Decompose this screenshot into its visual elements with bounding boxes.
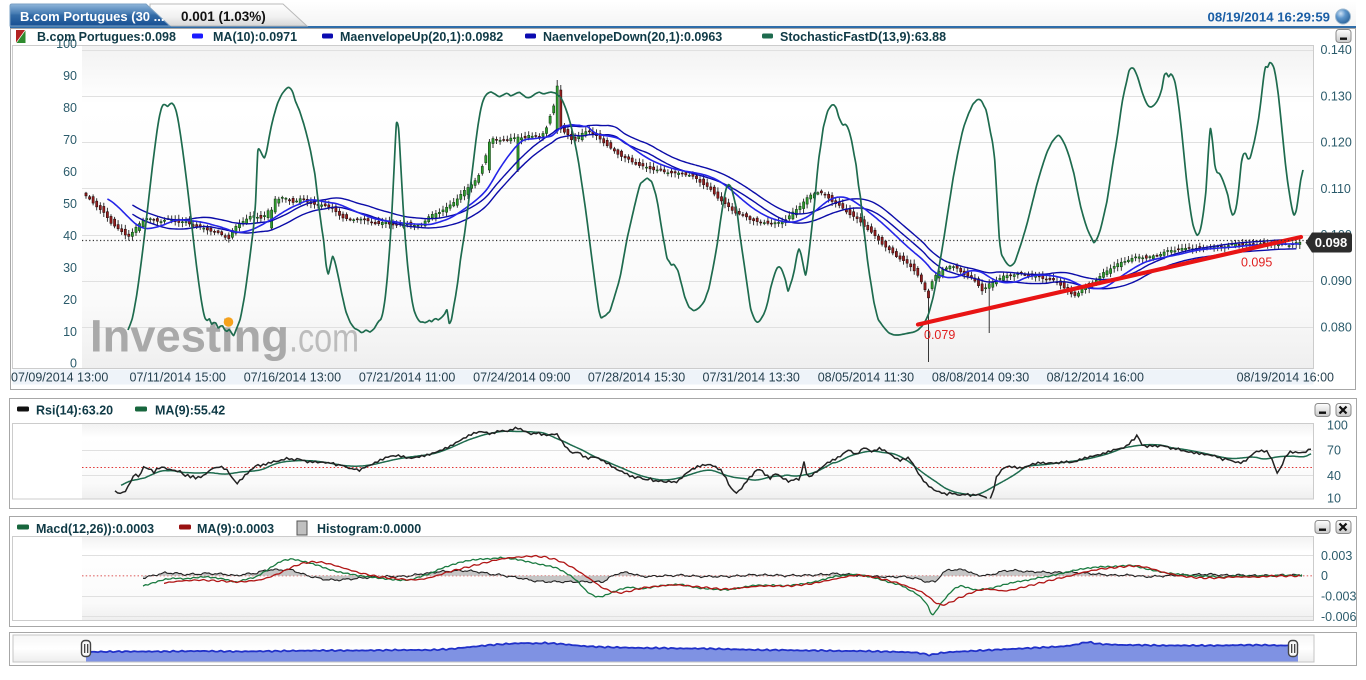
svg-text:40: 40 [1327,469,1341,483]
svg-text:90: 90 [63,69,77,83]
svg-text:0.140: 0.140 [1321,43,1352,57]
svg-text:30: 30 [63,261,77,275]
svg-text:0.003: 0.003 [1321,549,1352,563]
svg-text:-0.003: -0.003 [1321,590,1356,604]
svg-text:-0.006: -0.006 [1321,610,1356,624]
svg-text:07/11/2014 15:00: 07/11/2014 15:00 [130,371,226,385]
svg-text:.com: .com [289,317,359,361]
svg-text:08/19/2014 16:29:59: 08/19/2014 16:29:59 [1208,10,1330,25]
svg-text:Investing: Investing [90,311,289,362]
svg-text:0.090: 0.090 [1321,274,1352,288]
svg-text:50: 50 [63,197,77,211]
svg-text:0.098: 0.098 [1315,235,1348,250]
svg-text:100: 100 [1327,419,1348,433]
svg-text:0: 0 [70,357,77,371]
svg-text:0.130: 0.130 [1321,89,1352,103]
svg-text:08/19/2014 16:00: 08/19/2014 16:00 [1237,371,1334,385]
svg-text:StochasticFastD(13,9):63.88: StochasticFastD(13,9):63.88 [780,30,946,44]
svg-text:20: 20 [63,293,77,307]
svg-text:MA(9):55.42: MA(9):55.42 [155,404,225,418]
svg-text:08/05/2014 11:30: 08/05/2014 11:30 [818,371,914,385]
svg-text:0.001 (1.03%): 0.001 (1.03%) [181,9,266,24]
svg-text:MaenvelopeUp(20,1):0.0982: MaenvelopeUp(20,1):0.0982 [340,30,503,44]
svg-text:08/08/2014 09:30: 08/08/2014 09:30 [932,371,1029,385]
svg-text:07/09/2014 13:00: 07/09/2014 13:00 [11,371,108,385]
svg-text:MA(9):0.0003: MA(9):0.0003 [197,522,274,536]
svg-text:Rsi(14):63.20: Rsi(14):63.20 [36,404,113,418]
svg-text:Macd(12,26)):0.0003: Macd(12,26)):0.0003 [36,522,154,536]
svg-text:NaenvelopeDown(20,1):0.0963: NaenvelopeDown(20,1):0.0963 [543,30,722,44]
svg-text:MA(10):0.0971: MA(10):0.0971 [213,30,297,44]
svg-text:0.120: 0.120 [1321,136,1352,150]
svg-text:07/31/2014 13:30: 07/31/2014 13:30 [703,371,800,385]
svg-text:07/16/2014 13:00: 07/16/2014 13:00 [244,371,341,385]
svg-text:70: 70 [63,133,77,147]
svg-text:0: 0 [1321,569,1328,583]
svg-text:0.080: 0.080 [1321,320,1352,334]
svg-text:60: 60 [63,165,77,179]
svg-text:10: 10 [1327,492,1341,506]
svg-text:70: 70 [1327,444,1341,458]
svg-text:08/12/2014 16:00: 08/12/2014 16:00 [1047,371,1144,385]
svg-text:07/21/2014 11:00: 07/21/2014 11:00 [359,371,455,385]
svg-text:0.095: 0.095 [1241,256,1272,270]
svg-text:07/28/2014 15:30: 07/28/2014 15:30 [588,371,685,385]
svg-text:0.079: 0.079 [924,328,955,342]
svg-text:Histogram:0.0000: Histogram:0.0000 [317,522,421,536]
svg-text:10: 10 [63,325,77,339]
svg-text:07/24/2014 09:00: 07/24/2014 09:00 [473,371,570,385]
svg-text:40: 40 [63,229,77,243]
svg-text:B.com Portugues:0.098: B.com Portugues:0.098 [37,30,176,44]
svg-text:80: 80 [63,101,77,115]
svg-text:B.com Portugues (30 ...: B.com Portugues (30 ... [20,9,164,24]
svg-text:0.110: 0.110 [1321,182,1351,196]
